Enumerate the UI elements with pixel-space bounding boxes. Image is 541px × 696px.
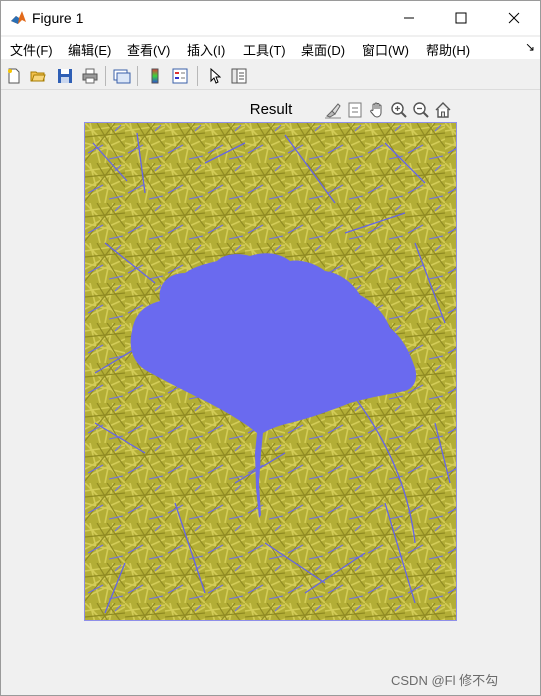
toolbar-separator (137, 66, 138, 86)
insert-legend-icon (172, 68, 188, 84)
pan-button[interactable] (367, 99, 387, 121)
menu-edit[interactable]: 编辑(E) (68, 40, 111, 59)
save-icon (58, 69, 72, 83)
restore-view-button[interactable] (433, 99, 453, 121)
menu-view[interactable]: 查看(V) (127, 40, 170, 59)
insert-colorbar-button[interactable] (145, 66, 165, 86)
insert-legend-button[interactable] (170, 66, 190, 86)
link-plot-icon (113, 69, 131, 84)
watermark-text: CSDN @Fl 修不勾 (391, 673, 499, 688)
home-restore-icon (435, 102, 451, 118)
menu-tools[interactable]: 工具(T) (243, 40, 286, 59)
open-file-icon (30, 71, 46, 82)
zoom-in-icon (391, 102, 407, 118)
menu-window[interactable]: 窗口(W) (362, 40, 409, 59)
property-inspector-button[interactable] (229, 66, 249, 86)
title-bar[interactable]: Figure 1 (1, 1, 540, 35)
property-inspector-icon (231, 68, 247, 84)
new-figure-button[interactable] (4, 66, 24, 86)
segmented-image[interactable] (84, 122, 457, 621)
insert-colorbar-icon (151, 68, 159, 84)
brush-icon (325, 103, 341, 119)
edit-plot-button[interactable] (205, 66, 225, 86)
axes-toolbar (323, 99, 457, 121)
close-button[interactable] (491, 1, 537, 35)
zoom-in-button[interactable] (389, 99, 409, 121)
link-plot-button[interactable] (112, 66, 132, 86)
print-button[interactable] (80, 66, 100, 86)
menu-file[interactable]: 文件(F) (10, 40, 53, 59)
save-button[interactable] (55, 66, 75, 86)
data-tips-button[interactable] (345, 99, 365, 121)
menu-bar: 文件(F) 编辑(E) 查看(V) 插入(I) 工具(T) 桌面(D) 窗口(W… (1, 37, 540, 59)
toolbar-separator (197, 66, 198, 86)
open-file-button[interactable] (28, 66, 48, 86)
menu-help[interactable]: 帮助(H) (426, 40, 470, 59)
figure-window: Figure 1 文件(F) 编辑(E) 查看(V) 插入(I) 工具(T) 桌… (0, 0, 541, 696)
maximize-button[interactable] (438, 1, 484, 35)
figure-canvas: Result (1, 91, 540, 695)
maximize-icon (455, 12, 467, 24)
minimize-button[interactable] (386, 1, 432, 35)
data-tips-icon (348, 102, 362, 118)
window-title: Figure 1 (32, 10, 84, 26)
pan-hand-icon (370, 102, 382, 118)
segmentation-result-image (85, 123, 456, 620)
brush-button[interactable] (323, 99, 343, 121)
zoom-out-button[interactable] (411, 99, 431, 121)
minimize-icon (404, 17, 414, 19)
print-icon (82, 68, 98, 84)
edit-plot-pointer-icon (210, 68, 221, 84)
zoom-out-icon (413, 102, 429, 118)
close-icon (508, 12, 520, 24)
menu-desktop[interactable]: 桌面(D) (301, 40, 345, 59)
axes-title: Result (249, 101, 293, 118)
matlab-logo-icon (10, 9, 27, 26)
figure-toolbar (1, 62, 540, 90)
new-figure-icon (8, 68, 20, 84)
menu-dock-arrow-icon[interactable]: ↘ (525, 40, 535, 54)
toolbar-separator (105, 66, 106, 86)
menu-insert[interactable]: 插入(I) (187, 40, 225, 59)
